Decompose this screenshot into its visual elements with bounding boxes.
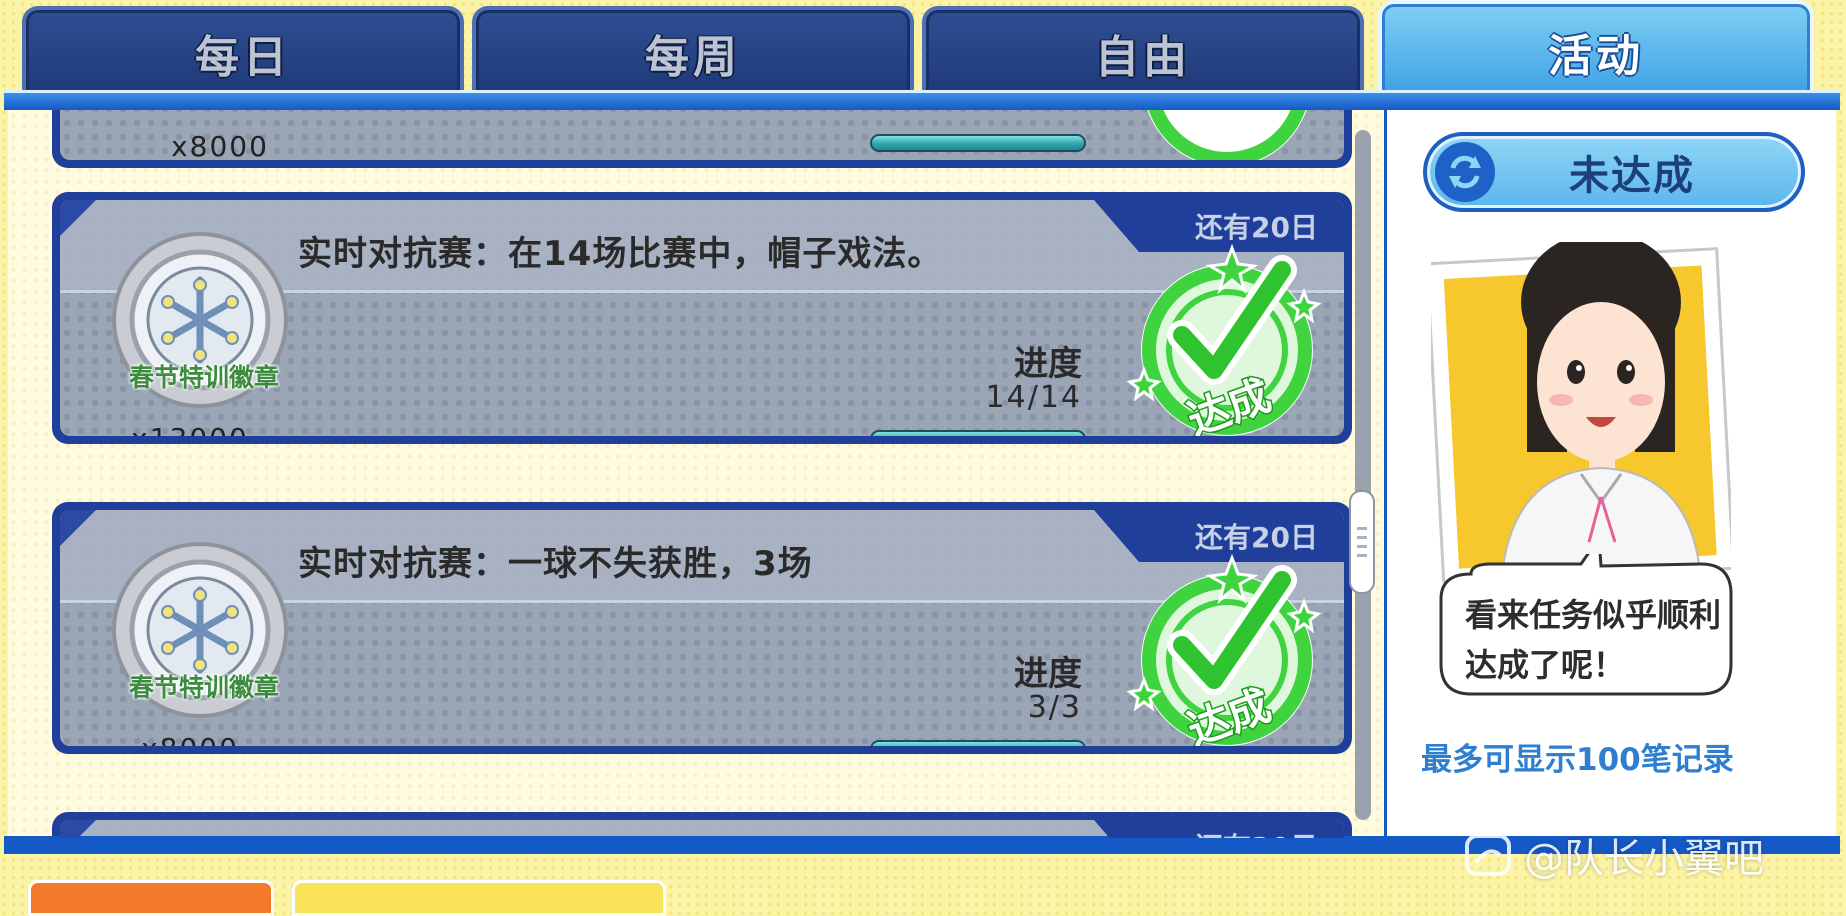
mission-card-body: 还有20日 实时对抗赛：一球不失获胜，3场 春节特训徽章 x8000 [60, 510, 1344, 746]
tab-event[interactable]: 活动 [1378, 0, 1814, 100]
scrollbar-track[interactable] [1355, 130, 1371, 820]
mission-card[interactable]: x8000 [52, 110, 1352, 168]
watermark-text: @队长小翼吧 [1524, 836, 1764, 882]
tab-weekly[interactable]: 每周 [472, 6, 914, 96]
progress-label: 进度 [1014, 344, 1082, 384]
days-left-tab: 还有20日 [1094, 820, 1344, 838]
mission-card-body: x8000 [60, 110, 1344, 160]
progress-bar [870, 740, 1086, 746]
reward-name: 春节特训徽章 [128, 673, 279, 702]
progress-bar [870, 430, 1086, 436]
weibo-icon [1465, 834, 1511, 876]
progress-value: 14/14 [985, 380, 1082, 415]
reward-count: x13000 [70, 422, 310, 436]
mission-card[interactable]: 还有20日 [52, 812, 1352, 838]
bottom-button-yellow[interactable] [292, 880, 666, 916]
mission-card[interactable]: 还有20日 实时对抗赛：在14场比赛中，帽子戏法。 春节特训徽章 x13000 [52, 192, 1352, 444]
tab-weekly-label: 每周 [645, 32, 741, 83]
scrollbar-thumb[interactable] [1349, 490, 1375, 594]
filter-label: 未达成 [1569, 153, 1695, 199]
reward-count: x8000 [171, 130, 269, 160]
tab-free[interactable]: 自由 [922, 6, 1364, 96]
progress-label: 进度 [1014, 654, 1082, 694]
achieved-stamp-icon: 达成 [1126, 243, 1322, 436]
progress-fill [872, 136, 1084, 150]
tab-event-label: 活动 [1548, 31, 1644, 82]
mission-title: 实时对抗赛：一球不失获胜，3场 [298, 544, 813, 584]
speech-text: 看来任务似乎顺利达成了呢！ [1465, 596, 1722, 684]
side-panel: 未达成 看来任务似乎顺利达成了呢！ 最多可显示100笔记录 [1384, 110, 1836, 838]
tab-daily[interactable]: 每日 [22, 6, 464, 96]
reward-name: 春节特训徽章 [128, 363, 279, 392]
days-left: 还有20日 [1195, 826, 1318, 838]
mission-card-body: 还有20日 实时对抗赛：在14场比赛中，帽子戏法。 春节特训徽章 x13000 [60, 200, 1344, 436]
records-note: 最多可显示100笔记录 [1421, 742, 1734, 778]
filter-unachieved-button[interactable]: 未达成 [1423, 132, 1805, 212]
mission-list[interactable]: x8000 还有20日 实时对抗赛：在14场比赛中，帽子戏法。 春节特训徽章 进… [8, 110, 1384, 838]
reward-count: x8000 [70, 732, 310, 746]
card-corner [60, 510, 96, 546]
mission-card[interactable]: 还有20日 实时对抗赛：一球不失获胜，3场 春节特训徽章 x8000 [52, 502, 1352, 754]
tab-daily-label: 每日 [195, 32, 291, 83]
progress-value: 3/3 [1027, 690, 1082, 725]
frame-top-border [4, 90, 1840, 110]
achieved-stamp-icon: 达成 [1126, 553, 1322, 746]
card-corner [60, 200, 96, 236]
card-corner [60, 820, 96, 838]
tab-free-label: 自由 [1095, 32, 1191, 83]
refresh-icon [1435, 142, 1495, 202]
watermark: @队长小翼吧 [1464, 826, 1764, 884]
mission-title: 实时对抗赛：在14场比赛中，帽子戏法。 [298, 234, 943, 274]
bottom-button-orange[interactable] [28, 880, 274, 916]
progress-fill [872, 432, 1084, 436]
progress-fill [872, 742, 1084, 746]
achieved-stamp-icon [1147, 110, 1307, 160]
progress-bar [870, 134, 1086, 152]
character-portrait [1431, 242, 1731, 582]
